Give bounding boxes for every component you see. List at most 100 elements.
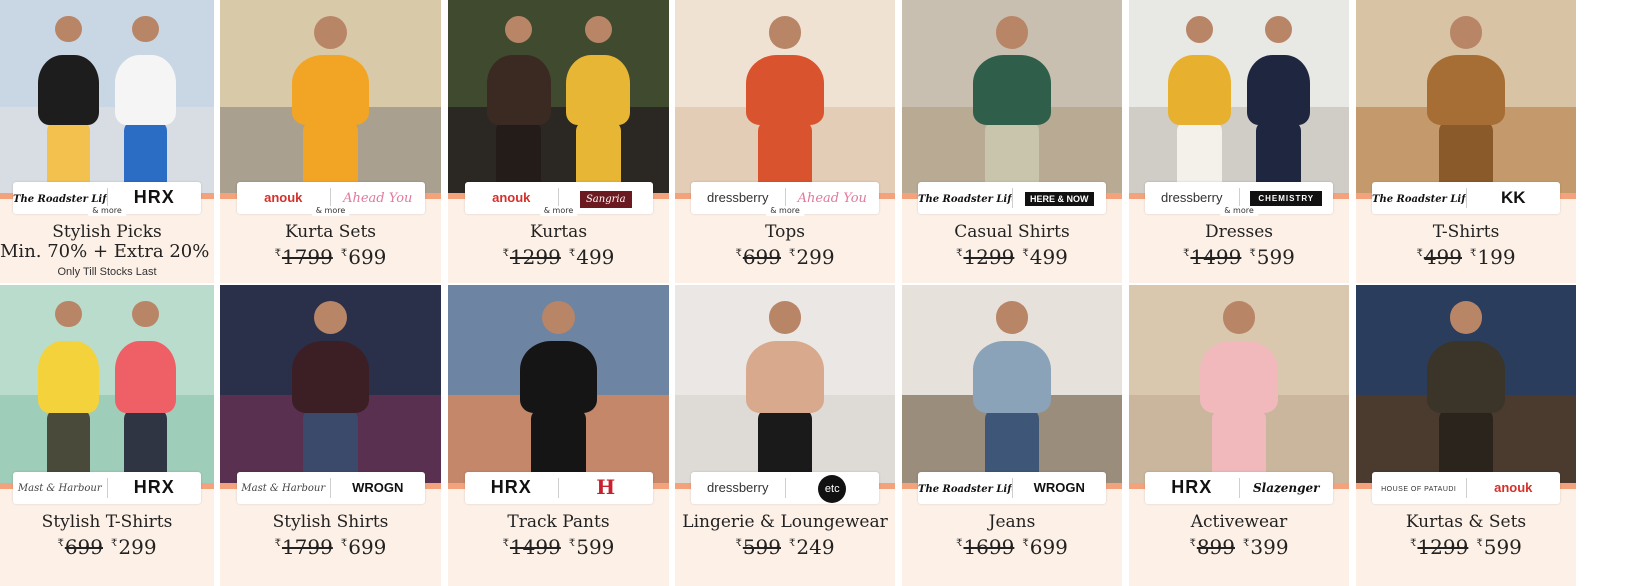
original-price: 1499 (509, 535, 561, 559)
category-card-casual-shirts[interactable]: The Roadster Life Co. HERE & NOW Casual Sh… (902, 0, 1122, 283)
model-torso (1167, 54, 1232, 125)
brand-logo-dressberry: dressberry (707, 190, 769, 205)
category-title: Casual Shirts (954, 222, 1070, 242)
model-figure (1418, 0, 1515, 195)
category-photo (0, 0, 214, 195)
original-price: 1299 (509, 245, 561, 269)
sale-price: 499 (576, 245, 615, 269)
model-figure (737, 285, 834, 485)
category-card-t-shirts[interactable]: The Roadster Life Co.KKT-Shirts₹499₹199 (1356, 0, 1576, 283)
model-figure (1160, 0, 1239, 195)
brand-logo: The Roadster Life Co. (1372, 182, 1466, 214)
more-brands-label: & more (311, 206, 350, 216)
sale-price: 599 (576, 535, 615, 559)
model-torso (37, 341, 100, 413)
brand-logo-anouk: anouk (1494, 480, 1533, 495)
sale-price: 699 (348, 245, 387, 269)
category-photo (220, 0, 441, 195)
original-price: 1699 (963, 535, 1015, 559)
brand-logo-mast-and-harbour: Mast & Harbour (17, 483, 102, 494)
category-card-tops[interactable]: dressberry Ahead You & more Tops ₹699 ₹299 (675, 0, 895, 283)
brand-logo-the-roadster-life-co: The Roadster Life Co. (918, 484, 1012, 495)
category-card-stylish-shirts[interactable]: Mast & Harbour WROGN Stylish Shirts ₹1799 ₹6… (220, 285, 441, 586)
model-head (584, 15, 612, 43)
brand-logo-sangria: Sangria (579, 191, 632, 208)
sale-price: 599 (1483, 535, 1522, 559)
model-torso (973, 341, 1051, 413)
price-line: ₹599 ₹249 (675, 535, 895, 559)
sale-price: 299 (118, 535, 157, 559)
model-head (313, 15, 347, 49)
original-price: 699 (64, 535, 103, 559)
sale-price: 499 (1029, 245, 1068, 269)
model-head (541, 301, 575, 335)
brand-logo: The Roadster Life Co. (918, 472, 1012, 504)
brand-logo-etc: etc (818, 475, 847, 503)
model-figure (510, 285, 607, 485)
brand-logo-wrogn: WROGN (352, 480, 404, 495)
brand-logo: HRX (465, 471, 559, 505)
price-line: ₹1499 ₹599 (448, 535, 669, 559)
brand-logos-pill: The Roadster Life Co. WROGN (918, 472, 1106, 504)
category-title: Stylish Picks (52, 222, 162, 242)
category-card-stylish-picks[interactable]: The Roadster Life Co. HRX & more Stylish Pi… (0, 0, 214, 283)
brand-logo-the-roadster-life-co: The Roadster Life Co. (13, 194, 107, 205)
category-card-jeans[interactable]: The Roadster Life Co.WROGNJeans₹1699₹699 (902, 285, 1122, 586)
category-title: Stylish Shirts (272, 512, 389, 532)
currency-symbol: ₹ (111, 538, 118, 549)
price-line: ₹499 ₹199 (1356, 245, 1576, 269)
category-card-track-pants[interactable]: HRX H Track Pants ₹1499 ₹599 (448, 285, 669, 586)
original-price: 1299 (1417, 535, 1469, 559)
model-head (505, 15, 533, 43)
brand-logos-pill: The Roadster Life Co. HERE & NOW (918, 182, 1106, 214)
brand-logos-pill: HOUSE OF PATAUDI anouk (1372, 472, 1560, 504)
currency-symbol: ₹ (735, 248, 742, 259)
original-price: 699 (742, 245, 781, 269)
sale-price: 249 (796, 535, 835, 559)
category-card-kurtas[interactable]: anouk Sangria & more Kurtas ₹1299 ₹499 (448, 0, 669, 283)
brand-logo-house-of-pataudi: HOUSE OF PATAUDI (1381, 485, 1457, 493)
category-card-stylish-t-shirts[interactable]: Mast & Harbour HRX Stylish T-Shirts ₹699 ₹29… (0, 285, 214, 586)
category-photo (1129, 0, 1349, 195)
original-price: 1299 (963, 245, 1015, 269)
category-card-kurta-sets[interactable]: anouk Ahead You & more Kurta Sets ₹1799 ₹699 (220, 0, 441, 283)
brand-logo-mast-and-harbour: Mast & Harbour (241, 483, 326, 494)
brand-logos-pill: Mast & Harbour HRX (13, 472, 201, 504)
sale-price: 199 (1477, 245, 1516, 269)
brand-logo-the-roadster-life-co: The Roadster Life Co. (918, 194, 1012, 205)
brand-logos-pill: dressberry etc (691, 472, 879, 504)
original-price: 1799 (281, 535, 333, 559)
more-brands-label: & more (539, 206, 578, 216)
model-head (995, 15, 1029, 49)
category-title: Jeans (988, 512, 1036, 532)
currency-symbol: ₹ (274, 538, 281, 549)
category-card-kurtas-and-sets[interactable]: HOUSE OF PATAUDI anouk Kurtas & Sets ₹1299 ₹… (1356, 285, 1576, 586)
category-photo (448, 285, 669, 485)
price-line: ₹899 ₹399 (1129, 535, 1349, 559)
category-title: Track Pants (507, 512, 610, 532)
brand-logo-here-and-now: HERE & NOW (1025, 192, 1094, 206)
currency-symbol: ₹ (1189, 538, 1196, 549)
currency-symbol: ₹ (956, 248, 963, 259)
currency-symbol: ₹ (735, 538, 742, 549)
model-torso (1200, 341, 1278, 413)
model-figure (479, 0, 559, 195)
price-line: ₹1299 ₹499 (448, 245, 669, 269)
model-head (1449, 301, 1483, 334)
brand-logo: anouk (1467, 472, 1561, 504)
category-card-activewear[interactable]: HRX Slazenger Activewear ₹899 ₹399 (1129, 285, 1349, 586)
category-card-lingerie-and-loungewear[interactable]: dressberry etc Lingerie & Loungewear ₹599 ₹2… (675, 285, 895, 586)
brand-logo-chemistry: CHEMISTRY (1250, 191, 1323, 206)
model-head (132, 15, 159, 42)
model-figure (737, 0, 834, 195)
model-figure (964, 0, 1061, 195)
category-photo (902, 285, 1122, 485)
currency-symbol: ₹ (1022, 248, 1029, 259)
category-title: Activewear (1190, 512, 1288, 532)
category-card-dresses[interactable]: dressberry CHEMISTRY & more Dresses ₹1499 ₹59… (1129, 0, 1349, 283)
currency-symbol: ₹ (1183, 248, 1190, 259)
original-price: 499 (1423, 245, 1462, 269)
model-head (1265, 15, 1293, 43)
category-title: Kurta Sets (284, 222, 377, 242)
brand-logo-dressberry: dressberry (1161, 190, 1223, 205)
